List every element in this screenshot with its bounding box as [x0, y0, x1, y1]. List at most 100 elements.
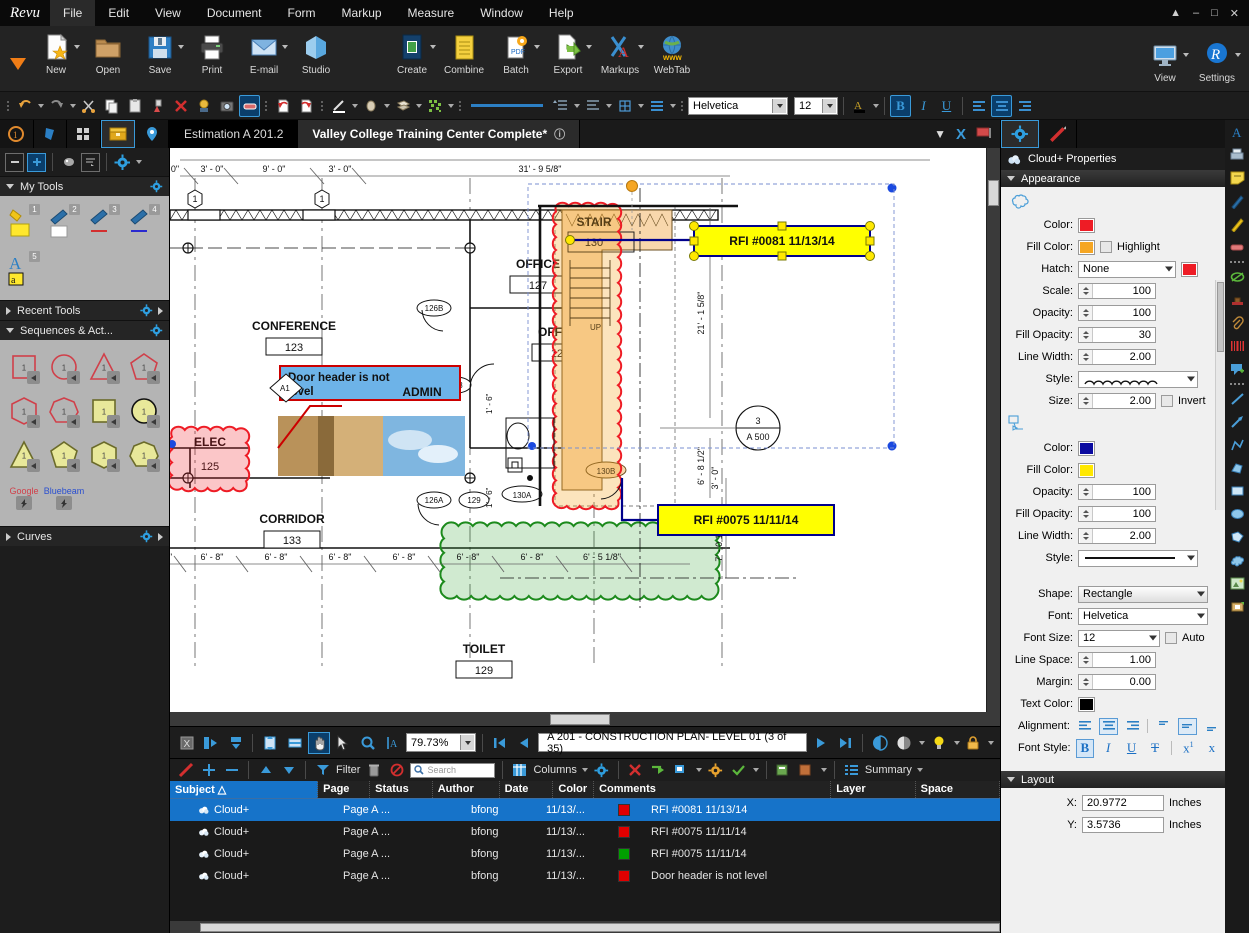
sequence-tool-9[interactable]: 1 — [4, 434, 44, 476]
collapse-all-icon[interactable] — [5, 153, 24, 172]
columns-label[interactable]: Columns — [533, 764, 576, 776]
text-wrap-icon[interactable] — [646, 95, 667, 117]
line-width-input[interactable]: 2.00 — [1078, 349, 1156, 365]
sequence-play-badge[interactable] — [147, 371, 160, 384]
undo-caret-icon[interactable] — [38, 104, 44, 108]
properties-scroll-area[interactable]: Appearance Color: Fill Color: Highlight … — [1001, 170, 1225, 933]
line-color-caret-icon[interactable] — [352, 104, 358, 108]
align-right-prop-button[interactable] — [1123, 718, 1142, 735]
hatch-caret-icon[interactable] — [448, 104, 454, 108]
previous-view-icon[interactable] — [225, 732, 246, 754]
leader-style-select[interactable] — [1078, 550, 1198, 567]
font-dropdown-icon[interactable] — [1197, 614, 1205, 619]
toolbar-grip-2[interactable] — [264, 97, 268, 115]
markups-button[interactable]: A Markups — [594, 31, 646, 76]
email-button[interactable]: E-mail — [238, 31, 290, 76]
minimize-button[interactable]: – — [1193, 7, 1199, 19]
sequence-tool-7[interactable]: 1 — [84, 390, 124, 432]
toolbar-dropdown-arrow-icon[interactable] — [10, 58, 26, 70]
sequence-play-badge[interactable] — [67, 371, 80, 384]
export-button[interactable]: Export — [542, 31, 594, 76]
page-selector[interactable]: A 201 - CONSTRUCTION PLAN- LEVEL 01 (3 o… — [538, 733, 807, 752]
line-style-preview[interactable] — [471, 104, 543, 107]
freeform-shape-icon[interactable] — [1227, 527, 1247, 547]
camera-snapshot-icon[interactable] — [216, 95, 237, 117]
summary-icon[interactable] — [842, 761, 861, 779]
typewriter-icon[interactable] — [1227, 145, 1247, 165]
trash-icon[interactable] — [364, 761, 383, 779]
margin-input[interactable]: 0.00 — [1078, 674, 1156, 690]
snapshot-tool-icon[interactable] — [1227, 596, 1247, 616]
auto-font-size-checkbox[interactable] — [1165, 632, 1177, 644]
text-select-icon[interactable]: A — [382, 732, 403, 754]
tool-list-icon[interactable] — [81, 153, 100, 172]
leader-fill-color-swatch[interactable] — [1078, 463, 1095, 478]
layers-icon[interactable] — [392, 95, 413, 117]
column-header-comments[interactable]: Comments — [594, 781, 831, 798]
lock-icon[interactable] — [963, 732, 984, 754]
sequence-tool-10[interactable]: 1 — [44, 434, 84, 476]
checkmark-caret-icon[interactable] — [753, 768, 759, 772]
combine-button[interactable]: Combine — [438, 31, 490, 76]
redo-icon[interactable] — [46, 95, 67, 117]
section-sequences[interactable]: Sequences & Act... — [0, 320, 169, 340]
font-family-dropdown-icon[interactable] — [772, 99, 786, 113]
table-row[interactable]: Cloud+Page A ...bfong11/13/...Door heade… — [170, 865, 1000, 887]
sequence-tool-5[interactable]: 1 — [4, 390, 44, 432]
tool-properties-icon[interactable] — [59, 153, 78, 172]
tab-grid[interactable] — [67, 120, 101, 148]
column-header-page[interactable]: Page — [318, 781, 370, 798]
cloud-color-swatch[interactable] — [1078, 218, 1095, 233]
align-left-prop-button[interactable] — [1075, 718, 1094, 735]
tool-chest-caret-icon[interactable] — [136, 160, 142, 164]
ellipse-tool-icon[interactable] — [1227, 267, 1247, 287]
link-tool-action-badge[interactable] — [56, 496, 72, 510]
leader-opacity-input[interactable]: 100 — [1078, 484, 1156, 500]
search-input[interactable]: Search — [410, 763, 495, 778]
fill-opacity-spinner[interactable] — [1080, 328, 1093, 342]
opacity-input[interactable]: 100 — [1078, 305, 1156, 321]
zoom-tool-icon[interactable] — [357, 732, 378, 754]
pan-tool-icon[interactable] — [308, 732, 329, 754]
move-up-icon[interactable] — [256, 761, 275, 779]
column-header-layer[interactable]: Layer — [831, 781, 915, 798]
align-right-button[interactable] — [1014, 95, 1035, 117]
tab-thumbnails[interactable]: 1 — [0, 120, 34, 148]
add-markup-icon[interactable] — [199, 761, 218, 779]
sequence-tool-6[interactable]: 1 — [44, 390, 84, 432]
margin-spinner[interactable] — [1080, 675, 1093, 689]
move-down-icon[interactable] — [279, 761, 298, 779]
studio-button[interactable]: Studio — [290, 31, 342, 76]
fill-opacity-input[interactable]: 30 — [1078, 327, 1156, 343]
sequence-play-badge[interactable] — [67, 459, 80, 472]
doc-tab-close-icon[interactable]: ⓘ — [554, 126, 565, 142]
checkmark-icon[interactable] — [729, 761, 748, 779]
redo-caret-icon[interactable] — [70, 104, 76, 108]
new-caret-icon[interactable] — [74, 45, 80, 49]
viewer-vertical-scrollbar[interactable] — [986, 148, 1000, 712]
open-button[interactable]: Open — [82, 31, 134, 76]
toolbar-grip-4[interactable] — [458, 97, 462, 115]
sequence-play-badge[interactable] — [107, 371, 120, 384]
create-caret-icon[interactable] — [430, 45, 436, 49]
zoom-dropdown-icon[interactable] — [460, 735, 474, 750]
arrow-tool-icon[interactable] — [1227, 412, 1247, 432]
settings-caret-icon[interactable] — [1235, 53, 1241, 57]
align-middle-button[interactable] — [1178, 718, 1197, 735]
sequence-play-badge[interactable] — [107, 459, 120, 472]
status-caret-icon[interactable] — [696, 768, 702, 772]
menu-file[interactable]: File — [50, 0, 95, 26]
column-header-author[interactable]: Author — [433, 781, 500, 798]
webtab-button[interactable]: www WebTab — [646, 31, 698, 76]
viewer-horizontal-scrollbar[interactable] — [170, 712, 1000, 726]
delete-markup-icon[interactable] — [626, 761, 645, 779]
font-family-select[interactable]: Helvetica — [688, 97, 788, 115]
columns-caret-icon[interactable] — [582, 768, 588, 772]
polyline-tool-icon[interactable] — [1227, 435, 1247, 455]
text-tool-icon[interactable]: A — [1227, 122, 1247, 142]
font-size-prop-dropdown-icon[interactable] — [1149, 636, 1157, 641]
hatch-dropdown-icon[interactable] — [1165, 267, 1173, 272]
remove-page-icon[interactable] — [295, 95, 316, 117]
contrast-icon[interactable] — [869, 732, 890, 754]
underline-button[interactable]: U — [936, 95, 957, 117]
